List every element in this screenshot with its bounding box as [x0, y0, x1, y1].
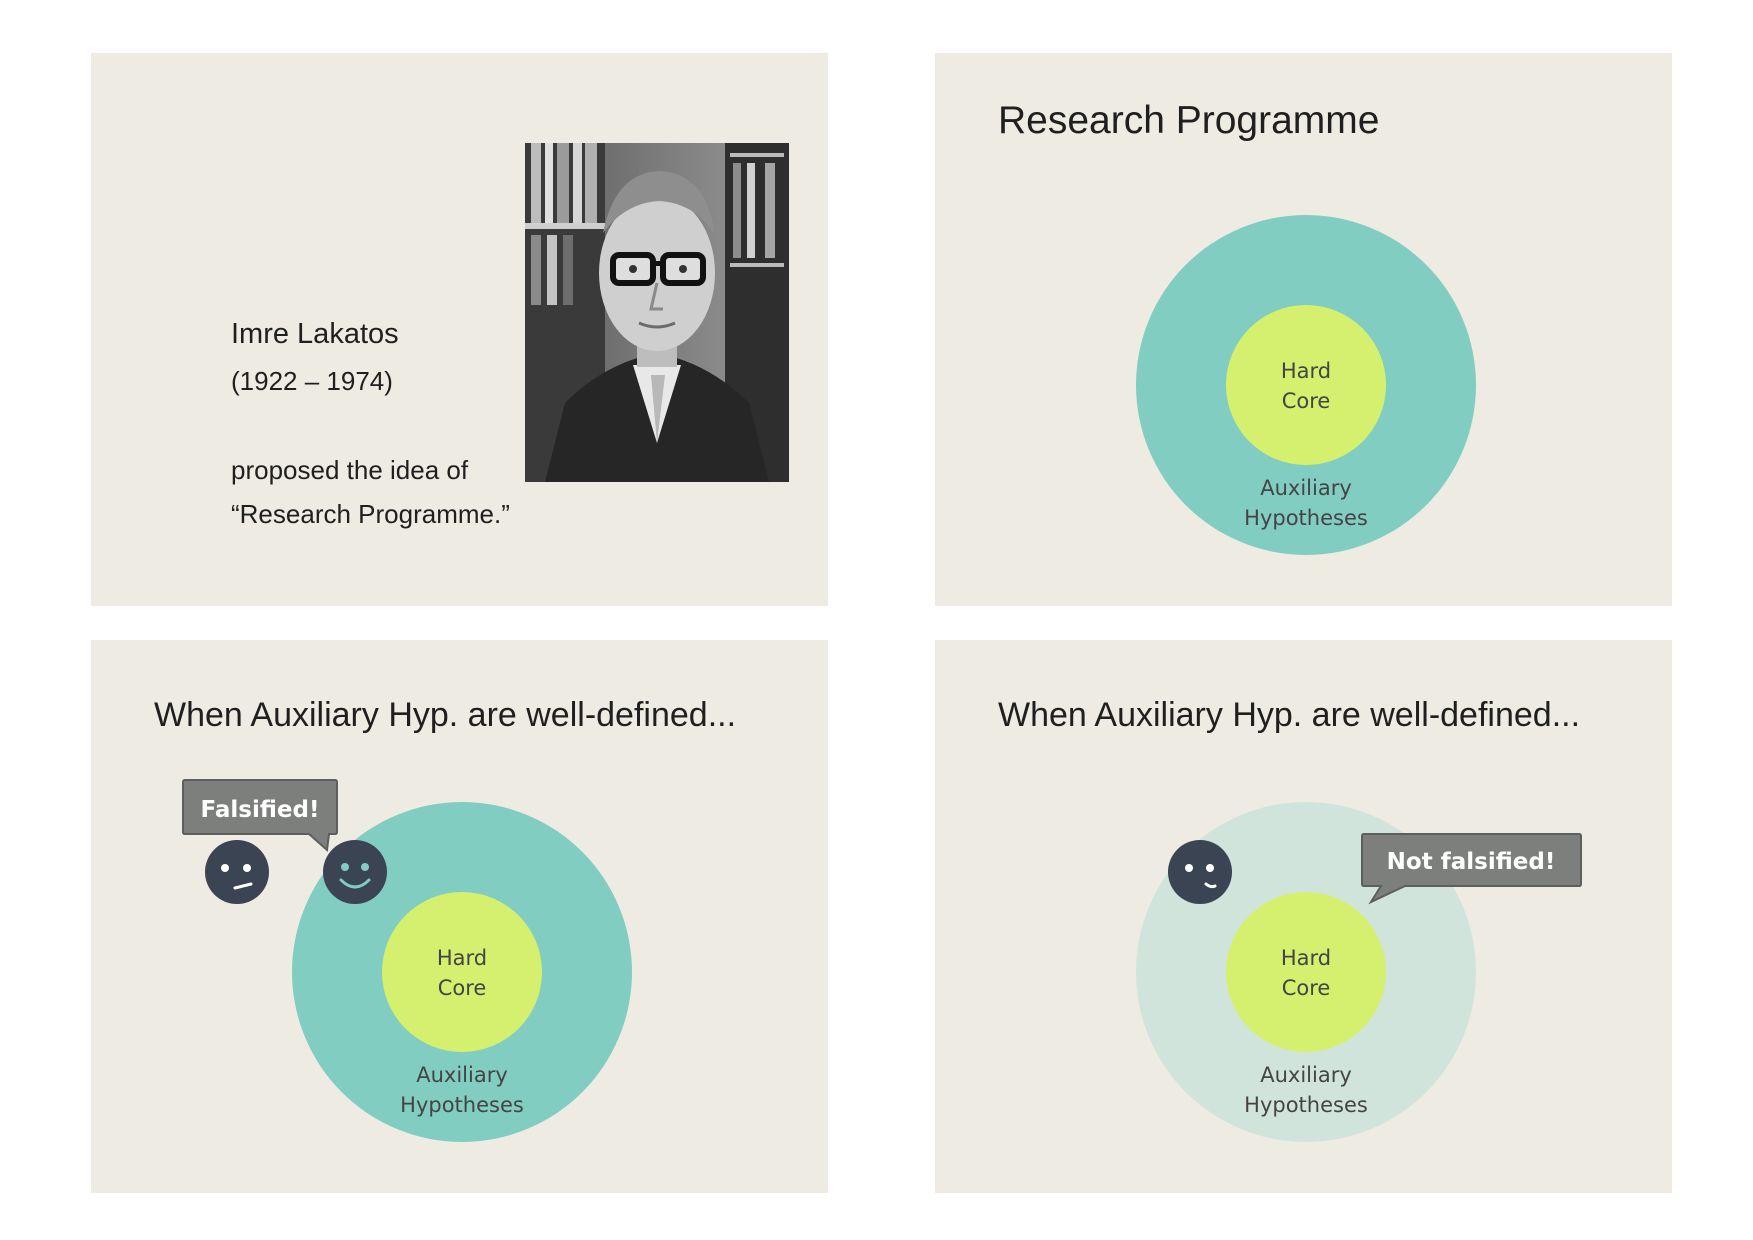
speech-bubble-icon: Not falsified! — [1361, 833, 1582, 905]
slide-falsified: When Auxiliary Hyp. are well-defined... … — [91, 640, 828, 1193]
hard-core-label-line1: Hard — [437, 946, 487, 970]
auxiliary-label-line1: Auxiliary — [1260, 476, 1352, 500]
person-years: (1922 – 1974) — [231, 366, 393, 396]
slide-research-programme: Research Programme Hard Core Auxiliary H… — [935, 53, 1672, 606]
hard-core-label-line1: Hard — [1281, 359, 1331, 383]
auxiliary-label-line2: Hypotheses — [400, 1093, 524, 1117]
auxiliary-label-line2: Hypotheses — [1244, 506, 1368, 530]
not-falsified-diagram: Hard Core Auxiliary Hypotheses Not falsi… — [1136, 802, 1582, 1142]
auxiliary-label-line1: Auxiliary — [1260, 1063, 1352, 1087]
auxiliary-label-line2: Hypotheses — [1244, 1093, 1368, 1117]
smiling-face-icon — [323, 840, 387, 904]
auxiliary-label-line1: Auxiliary — [416, 1063, 508, 1087]
hard-core-label-line2: Core — [438, 976, 487, 1000]
slide-not-falsified: When Auxiliary Hyp. are well-defined... … — [935, 640, 1672, 1193]
research-programme-diagram: Hard Core Auxiliary Hypotheses — [1136, 215, 1476, 555]
hard-core-circle — [1226, 305, 1386, 465]
hard-core-label-line2: Core — [1282, 976, 1331, 1000]
hard-core-circle — [1226, 892, 1386, 1052]
speech-bubble-icon: Falsified! — [182, 779, 338, 853]
hard-core-circle — [382, 892, 542, 1052]
falsified-diagram: Hard Core Auxiliary Hypotheses Falsified… — [182, 779, 632, 1142]
bubble-text: Falsified! — [201, 797, 320, 823]
research-programme-quote: “Research Programme.” — [231, 499, 510, 529]
bubble-text: Not falsified! — [1387, 849, 1556, 875]
proposed-text: proposed the idea of — [231, 455, 469, 485]
neutral-face-icon — [1168, 840, 1232, 904]
neutral-face-icon — [205, 840, 269, 904]
hard-core-label-line2: Core — [1282, 389, 1331, 413]
slide-lakatos-intro: Imre Lakatos (1922 – 1974) proposed the … — [91, 53, 828, 606]
person-name: Imre Lakatos — [231, 318, 399, 350]
hard-core-label-line1: Hard — [1281, 946, 1331, 970]
portrait-photo — [525, 143, 789, 482]
